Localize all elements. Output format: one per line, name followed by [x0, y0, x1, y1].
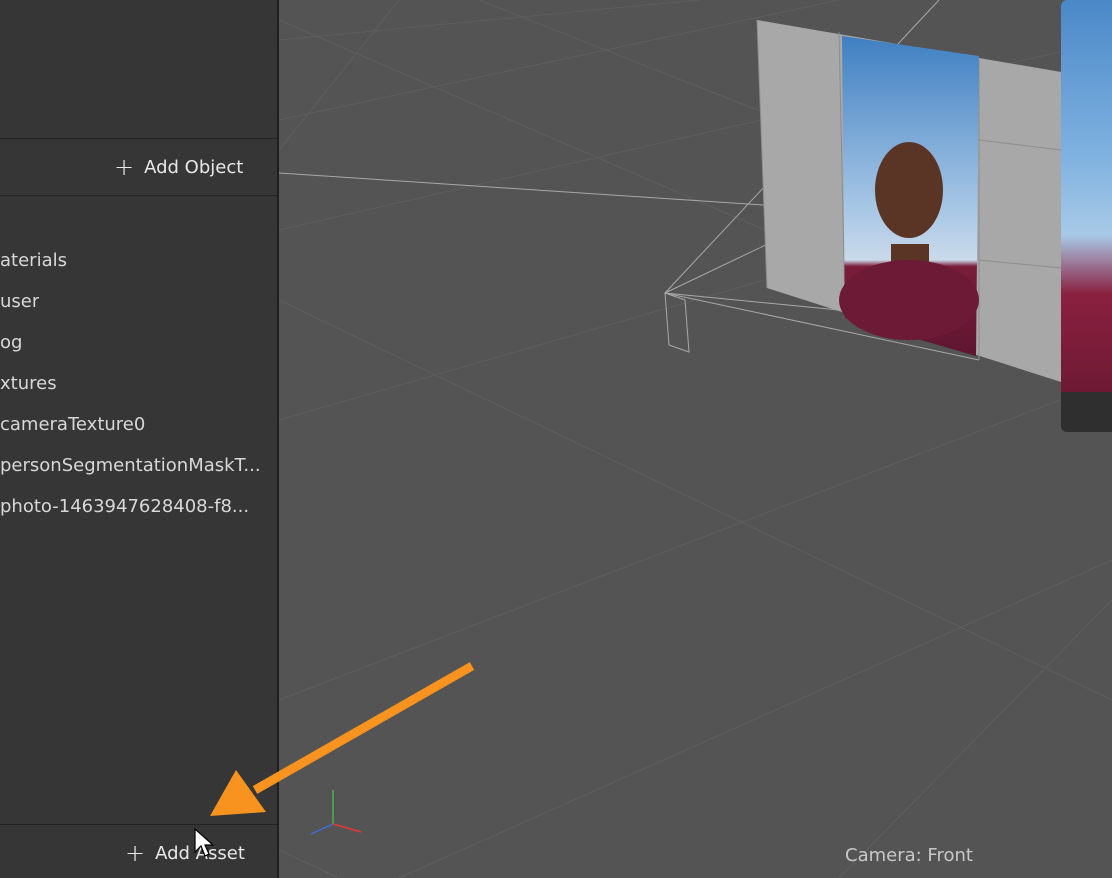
add-object-label: Add Object	[144, 156, 244, 178]
divider	[0, 195, 277, 196]
divider	[0, 824, 277, 825]
asset-item-log[interactable]: og	[0, 332, 22, 372]
asset-item-materials[interactable]: aterials	[0, 250, 67, 290]
scene-viewport[interactable]: Camera: Front	[279, 0, 1112, 878]
plus-icon: +	[114, 153, 135, 181]
asset-item-photo[interactable]: photo-1463947628408-f8...	[0, 496, 249, 536]
app-root: + Add Object aterials user og xtures cam…	[0, 0, 1112, 878]
camera-label: Camera: Front	[845, 845, 973, 866]
add-object-button[interactable]: + Add Object	[114, 155, 243, 179]
axis-gizmo-icon	[310, 790, 362, 835]
asset-item-user[interactable]: user	[0, 291, 39, 331]
divider	[0, 138, 277, 139]
asset-item-textures[interactable]: xtures	[0, 373, 57, 413]
camera-preview-image	[1061, 0, 1112, 392]
left-panel: + Add Object aterials user og xtures cam…	[0, 0, 279, 878]
plus-icon: +	[125, 839, 146, 867]
camera-preview-panel	[1061, 0, 1112, 432]
asset-item-person-segmentation[interactable]: personSegmentationMaskT...	[0, 455, 261, 495]
mouse-pointer-icon	[194, 828, 215, 857]
asset-item-camera-texture[interactable]: cameraTexture0	[0, 414, 145, 454]
scene-panel	[0, 0, 277, 138]
add-asset-button[interactable]: + Add Asset	[125, 841, 245, 865]
viewport-grid	[279, 0, 1112, 878]
